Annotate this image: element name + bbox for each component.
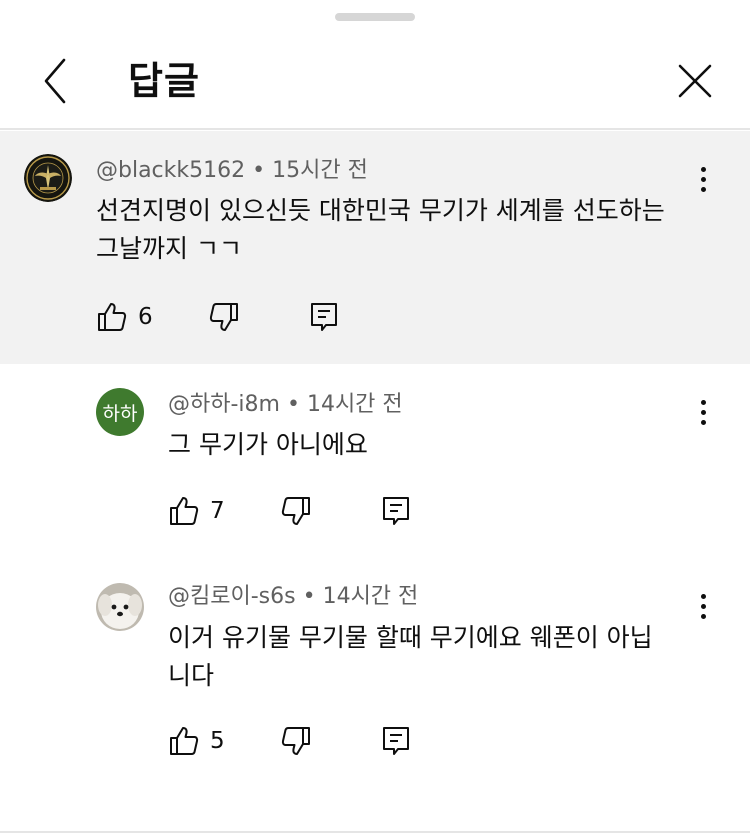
thumbs-down-icon <box>209 303 238 331</box>
avatar[interactable] <box>96 583 144 631</box>
thumbs-down-icon <box>281 497 310 525</box>
divider <box>0 831 750 833</box>
comment-text-line: 그 무기가 아니에요 <box>168 430 368 459</box>
comment-text-line: 니다 <box>168 661 215 690</box>
author-name[interactable]: @하하-i8m <box>168 392 280 417</box>
comment-text-line: 선견지명이 있으신듯 대한민국 무기가 세계를 선도하는 <box>96 196 665 225</box>
reply-comment: 하하 @하하-i8m • 14시간 전 그 무기가 아니에요 7 <box>0 364 750 544</box>
dislike-button[interactable] <box>208 297 240 337</box>
reply-button[interactable] <box>382 721 410 761</box>
dog-avatar-icon <box>96 583 144 631</box>
thumbs-up-icon <box>98 303 127 331</box>
close-icon <box>678 64 712 98</box>
reply-button[interactable] <box>382 491 410 531</box>
action-row: 6 <box>96 297 356 337</box>
action-row: 7 <box>168 491 428 531</box>
comment-time: 14시간 전 <box>306 392 403 417</box>
more-options-button[interactable] <box>688 157 718 201</box>
avatar[interactable] <box>24 154 72 202</box>
thumbs-down-icon <box>281 727 310 755</box>
dislike-button[interactable] <box>280 721 312 761</box>
meta-separator: • <box>302 584 316 609</box>
author-name[interactable]: @킴로이-s6s <box>168 584 296 609</box>
comment-meta: @blackk5162 • 15시간 전 <box>96 156 368 186</box>
comment-icon <box>311 303 337 331</box>
like-button[interactable]: 5 <box>168 721 225 761</box>
close-button[interactable] <box>674 60 716 102</box>
meta-separator: • <box>252 158 266 183</box>
comment-icon <box>383 497 409 525</box>
like-count: 7 <box>210 498 225 524</box>
reply-comment: @킴로이-s6s • 14시간 전 이거 유기물 무기물 할때 무기에요 웨폰이 아… <box>0 556 750 786</box>
comment-body: 그 무기가 아니에요 <box>168 426 688 464</box>
reply-button[interactable] <box>310 297 338 337</box>
like-count: 5 <box>210 728 225 754</box>
thumbs-up-icon <box>170 497 199 525</box>
like-button[interactable]: 6 <box>96 297 153 337</box>
more-options-button[interactable] <box>688 390 718 434</box>
author-name[interactable]: @blackk5162 <box>96 158 245 183</box>
comment-text-line: 그날까지 ㄱㄱ <box>96 234 242 263</box>
like-button[interactable]: 7 <box>168 491 225 531</box>
regiment-badge-icon <box>24 154 72 202</box>
comment-time: 15시간 전 <box>272 158 368 183</box>
comment-body: 이거 유기물 무기물 할때 무기에요 웨폰이 아닙 니다 <box>168 619 688 695</box>
like-count: 6 <box>138 304 153 330</box>
action-row: 5 <box>168 721 428 761</box>
comment-meta: @하하-i8m • 14시간 전 <box>168 390 403 420</box>
dislike-button[interactable] <box>280 491 312 531</box>
thumbs-up-icon <box>170 727 199 755</box>
chevron-left-icon <box>44 58 66 104</box>
parent-comment: @blackk5162 • 15시간 전 선견지명이 있으신듯 대한민국 무기가 세… <box>0 131 750 364</box>
comment-meta: @킴로이-s6s • 14시간 전 <box>168 582 418 612</box>
back-button[interactable] <box>36 56 80 106</box>
more-options-button[interactable] <box>688 584 718 628</box>
comment-icon <box>383 727 409 755</box>
avatar[interactable]: 하하 <box>96 388 144 436</box>
header: 답글 <box>0 0 750 130</box>
comment-text-line: 이거 유기물 무기물 할때 무기에요 웨폰이 아닙 <box>168 623 653 652</box>
meta-separator: • <box>286 392 300 417</box>
comment-body: 선견지명이 있으신듯 대한민국 무기가 세계를 선도하는 그날까지 ㄱㄱ <box>96 192 706 268</box>
comment-time: 14시간 전 <box>322 584 419 609</box>
page-title: 답글 <box>128 59 200 103</box>
